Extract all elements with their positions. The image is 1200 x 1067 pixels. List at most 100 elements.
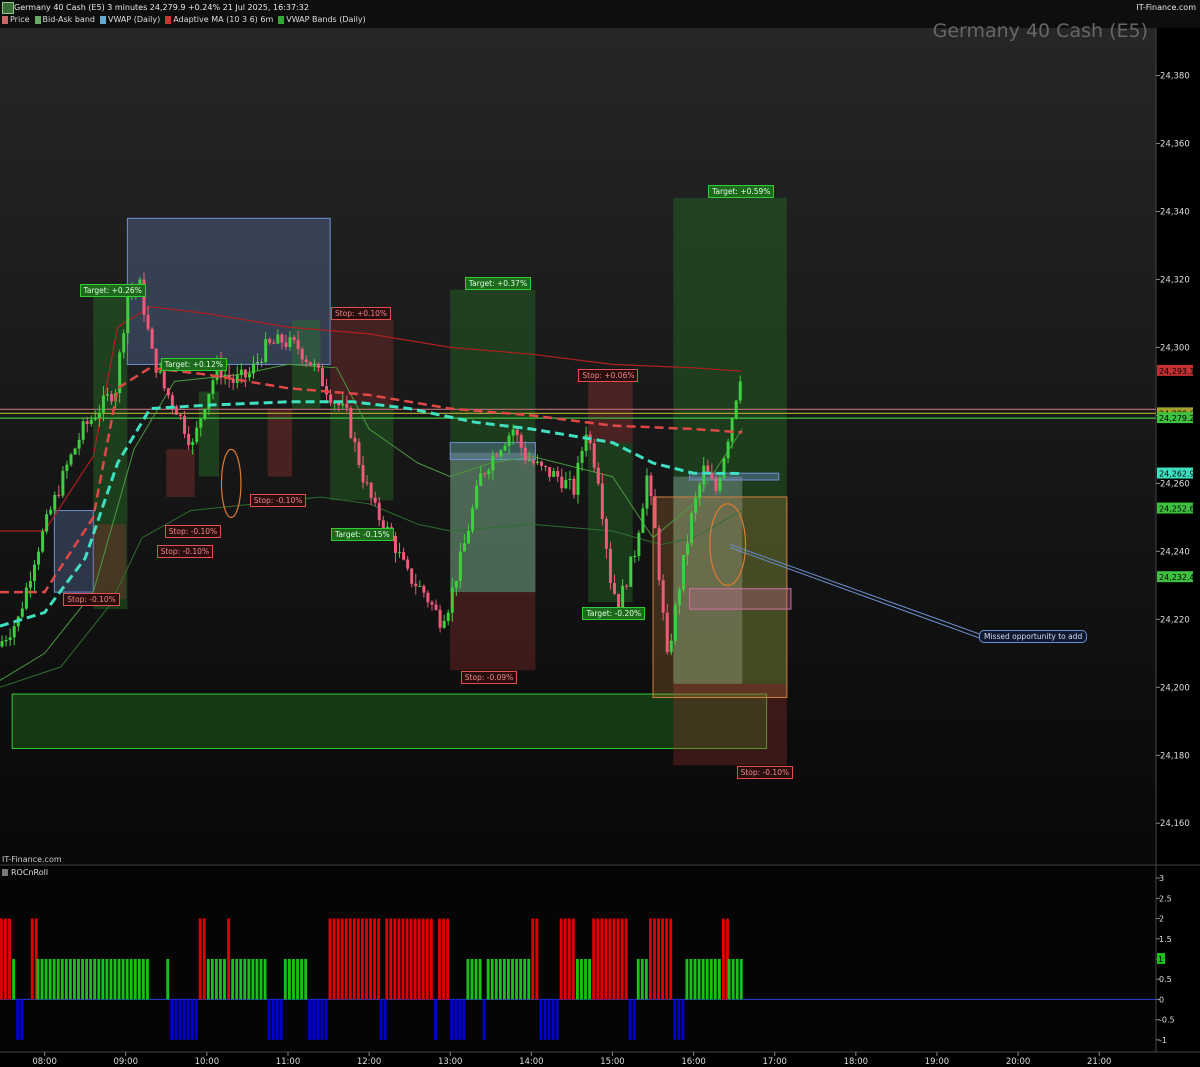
annotation-callout[interactable]: Missed opportunity to add <box>979 630 1088 643</box>
rocnroll-bar <box>624 918 628 1000</box>
rocnroll-bar <box>450 999 454 1040</box>
candle-body <box>81 421 85 440</box>
brand-link[interactable]: IT-Finance.com <box>1136 3 1196 12</box>
legend-item-price[interactable]: Price <box>2 15 30 24</box>
candle-body <box>110 394 114 402</box>
rocnroll-bar <box>174 999 178 1040</box>
rocnroll-bar <box>527 958 531 1000</box>
rocnroll-bar <box>214 958 218 1000</box>
candle-body <box>450 587 454 613</box>
rocnroll-bar <box>85 958 89 1000</box>
x-tick-label: 12:00 <box>357 1057 382 1067</box>
candle-body <box>4 639 8 642</box>
rocnroll-bar <box>365 918 368 1000</box>
candle-body <box>539 461 543 466</box>
rocnroll-bar <box>56 958 60 1000</box>
rocnroll-bar <box>344 918 348 1000</box>
candle-body <box>556 471 560 477</box>
legend-item-adaptive-ma[interactable]: Adaptive MA (10 3 6) 6m <box>165 15 273 24</box>
rocnroll-bar <box>482 999 486 1040</box>
candle-body <box>211 380 215 394</box>
candle-body <box>466 530 470 544</box>
candle-body <box>73 448 77 455</box>
rocnroll-bar <box>263 958 267 1000</box>
legend-item-bid-ask-band[interactable]: Bid-Ask band <box>34 15 95 24</box>
rocnroll-bar <box>30 918 34 1000</box>
candle-body <box>85 421 89 424</box>
candle-body <box>20 608 24 617</box>
sub-y-tick-label: 3 <box>1159 874 1164 883</box>
x-tick-label: 08:00 <box>32 1057 57 1067</box>
x-tick-label: 13:00 <box>438 1057 463 1067</box>
rocnroll-bar <box>648 918 652 1000</box>
rocnroll-bar <box>251 958 255 1000</box>
rocnroll-bar <box>235 958 239 1000</box>
rocnroll-bar <box>474 958 478 1000</box>
price-label: 24,232.4 <box>1159 573 1195 582</box>
legend-item-vwap[interactable]: VWAP (Daily) <box>99 15 160 24</box>
candle-body <box>714 478 718 491</box>
rocnroll-bar <box>210 958 214 1000</box>
rocnroll-bar <box>551 999 555 1040</box>
rocnroll-bar <box>421 918 425 1000</box>
candle-body <box>438 609 442 628</box>
rocnroll-bar <box>393 918 397 1000</box>
candle-body <box>730 418 734 442</box>
candle-body <box>280 334 284 343</box>
candle-body <box>681 555 685 590</box>
candle-body <box>572 478 576 495</box>
candle-body <box>239 369 243 375</box>
rocnroll-bar <box>105 958 109 1000</box>
candle-body <box>535 461 539 464</box>
candle-body <box>45 514 49 532</box>
candle-body <box>166 388 170 396</box>
rocnroll-bar <box>385 918 389 1000</box>
rocnroll-bar <box>356 918 360 1000</box>
candle-body <box>268 339 272 343</box>
indicator-legend: Price Bid-Ask band VWAP (Daily) Adaptive… <box>2 15 366 24</box>
rocnroll-bar <box>296 958 299 1000</box>
rocnroll-bar <box>166 958 170 1000</box>
rocnroll-bar <box>324 999 328 1040</box>
rocnroll-bar <box>227 918 230 1000</box>
rocnroll-bar <box>141 958 145 1000</box>
y-tick-label: 24,380 <box>1160 72 1190 82</box>
rocnroll-bar <box>271 999 275 1040</box>
candle-body <box>0 641 4 647</box>
rocnroll-bar <box>462 999 466 1040</box>
candle-body <box>702 465 706 485</box>
trade-zone <box>450 592 536 671</box>
rocnroll-bar <box>190 999 194 1040</box>
candle-body <box>677 589 681 606</box>
candle-body <box>105 394 109 396</box>
trade-zone <box>689 588 792 610</box>
candle-body <box>349 407 353 438</box>
candle-body <box>101 395 105 413</box>
rocnroll-bar <box>588 958 591 1000</box>
rocnroll-bar <box>490 958 494 1000</box>
candle-body <box>345 403 349 408</box>
candle-body <box>430 602 434 605</box>
rocnroll-bar <box>146 958 149 1000</box>
rocnroll-bar <box>12 958 16 1000</box>
subchart-title[interactable]: ROCnRoll <box>2 868 48 877</box>
candle-body <box>633 555 637 557</box>
rocnroll-bar <box>348 918 352 1000</box>
candle-body <box>548 467 552 477</box>
candle-body <box>37 551 41 565</box>
price-label: 24,293.1 <box>1159 367 1195 376</box>
x-tick-label: 17:00 <box>762 1057 787 1067</box>
rocnroll-bar <box>182 999 186 1040</box>
candle-body <box>203 408 207 419</box>
candle-body <box>276 334 280 344</box>
candle-body <box>523 447 527 461</box>
instrument-title: Germany 40 Cash (E5) 3 minutes 24,279.9 … <box>14 3 309 12</box>
rocnroll-bar <box>292 958 295 1000</box>
rocnroll-bar <box>320 999 324 1040</box>
legend-item-vwap-bands[interactable]: VWAP Bands (Daily) <box>278 15 366 24</box>
candle-body <box>316 363 320 368</box>
candle-body <box>365 482 369 484</box>
candle-body <box>150 328 154 349</box>
trade-zone <box>166 449 195 497</box>
candle-body <box>272 342 276 344</box>
